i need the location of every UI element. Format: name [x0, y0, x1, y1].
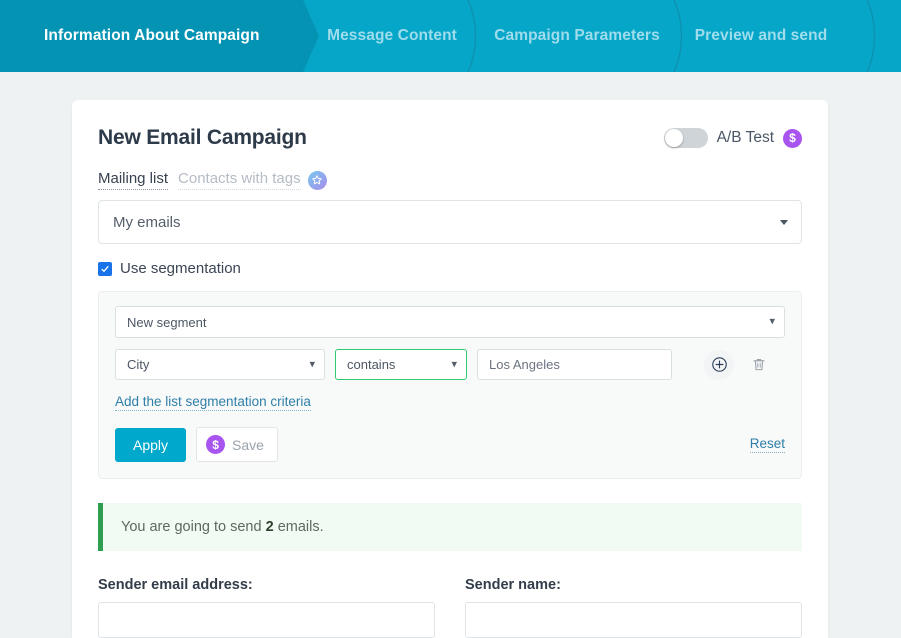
card-header: New Email Campaign A/B Test $	[98, 100, 802, 150]
dollar-badge-icon: $	[206, 435, 225, 454]
use-segmentation-checkbox[interactable]	[98, 262, 112, 276]
sender-name-input[interactable]	[465, 602, 802, 638]
segmentation-criteria-row: City ▾ contains ▾ Los Angeles	[115, 349, 785, 380]
criteria-attribute-value: City	[127, 357, 149, 372]
step-tab-label: Information About Campaign	[44, 27, 260, 45]
sender-email-input[interactable]	[98, 602, 435, 638]
alert-prefix: You are going to send	[121, 519, 266, 535]
alert-suffix: emails.	[274, 519, 324, 535]
sender-fields: Sender email address: Sender name:	[98, 577, 802, 638]
step-tab-preview-and-send[interactable]: Preview and send	[675, 0, 847, 72]
criteria-value-input[interactable]: Los Angeles	[477, 349, 672, 380]
tab-mailing-list[interactable]: Mailing list	[98, 170, 168, 190]
campaign-steps-list: Information About Campaign Message Conte…	[0, 0, 901, 72]
step-tab-label: Preview and send	[695, 27, 828, 45]
criteria-value-text: Los Angeles	[489, 357, 560, 372]
criteria-operator-value: contains	[347, 357, 395, 372]
dollar-badge-icon: $	[783, 129, 802, 148]
tab-contacts-with-tags[interactable]: Contacts with tags	[178, 170, 301, 190]
sender-name-group: Sender name:	[465, 577, 802, 638]
save-segment-label: Save	[232, 437, 264, 453]
segment-select[interactable]: New segment ▾	[115, 306, 785, 338]
chevron-down-icon: ▾	[451, 359, 457, 370]
step-tab-label: Campaign Parameters	[494, 27, 660, 45]
ab-test-toggle[interactable]	[664, 128, 708, 148]
caret-down-icon	[780, 220, 788, 225]
alert-count: 2	[266, 519, 274, 535]
use-segmentation-row: Use segmentation	[98, 260, 802, 277]
add-segmentation-criteria-link[interactable]: Add the list segmentation criteria	[115, 394, 311, 411]
step-separator-icon	[865, 0, 885, 72]
sender-email-group: Sender email address:	[98, 577, 435, 638]
delete-criteria-button[interactable]	[744, 350, 774, 380]
apply-button[interactable]: Apply	[115, 428, 186, 462]
segment-select-value: New segment	[127, 315, 206, 330]
ab-test-label: A/B Test	[717, 129, 774, 147]
step-tab-information-about-campaign[interactable]: Information About Campaign	[0, 0, 305, 72]
trash-icon	[751, 356, 767, 373]
save-segment-button[interactable]: $ Save	[196, 427, 278, 462]
chevron-down-icon: ▾	[309, 359, 315, 370]
criteria-operator-select[interactable]: contains ▾	[335, 349, 467, 380]
add-criteria-button[interactable]	[704, 350, 734, 380]
campaign-form-card: New Email Campaign A/B Test $ Mailing li…	[72, 100, 828, 638]
segmentation-actions: Apply $ Save Reset	[115, 427, 785, 462]
audience-source-tabs: Mailing list Contacts with tags	[98, 170, 802, 190]
toggle-knob	[665, 129, 683, 147]
step-tab-message-content[interactable]: Message Content	[305, 0, 479, 72]
use-segmentation-label[interactable]: Use segmentation	[120, 260, 241, 277]
ab-test-control: A/B Test $	[664, 128, 802, 148]
mailing-list-value: My emails	[113, 214, 181, 231]
page-title: New Email Campaign	[98, 126, 307, 150]
step-tab-campaign-parameters[interactable]: Campaign Parameters	[479, 0, 675, 72]
step-tab-label: Message Content	[327, 27, 457, 45]
recipients-count-alert: You are going to send 2 emails.	[98, 503, 802, 551]
campaign-steps-bar: Information About Campaign Message Conte…	[0, 0, 901, 72]
plus-circle-icon	[711, 356, 728, 373]
star-badge-icon	[308, 171, 327, 190]
criteria-attribute-select[interactable]: City ▾	[115, 349, 325, 380]
segmentation-panel: New segment ▾ City ▾ contains ▾ Los Ange…	[98, 291, 802, 479]
reset-link[interactable]: Reset	[750, 436, 785, 453]
chevron-down-icon: ▾	[769, 317, 775, 328]
mailing-list-select[interactable]: My emails	[98, 200, 802, 244]
